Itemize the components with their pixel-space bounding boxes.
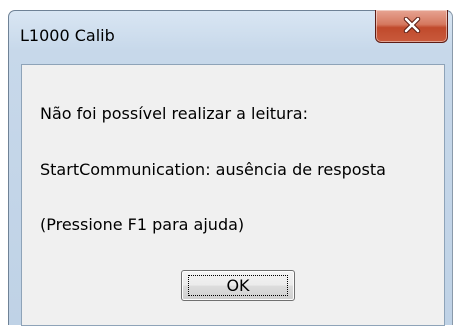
message-line-3: (Pressione F1 para ajuda)	[40, 215, 245, 234]
dialog-body: Não foi possível realizar a leitura: Sta…	[21, 64, 445, 326]
ok-button-label: OK	[188, 275, 288, 296]
message-line-2: StartCommunication: ausência de resposta	[40, 160, 386, 179]
title-bar[interactable]: L1000 Calib	[9, 10, 452, 63]
ok-button[interactable]: OK	[181, 270, 295, 301]
message-line-1: Não foi possível realizar a leitura:	[40, 104, 308, 123]
message-dialog: L1000 Calib Não foi possível realizar a …	[8, 10, 453, 326]
close-icon	[403, 17, 421, 33]
close-button[interactable]	[375, 10, 448, 43]
window-title: L1000 Calib	[20, 26, 115, 45]
